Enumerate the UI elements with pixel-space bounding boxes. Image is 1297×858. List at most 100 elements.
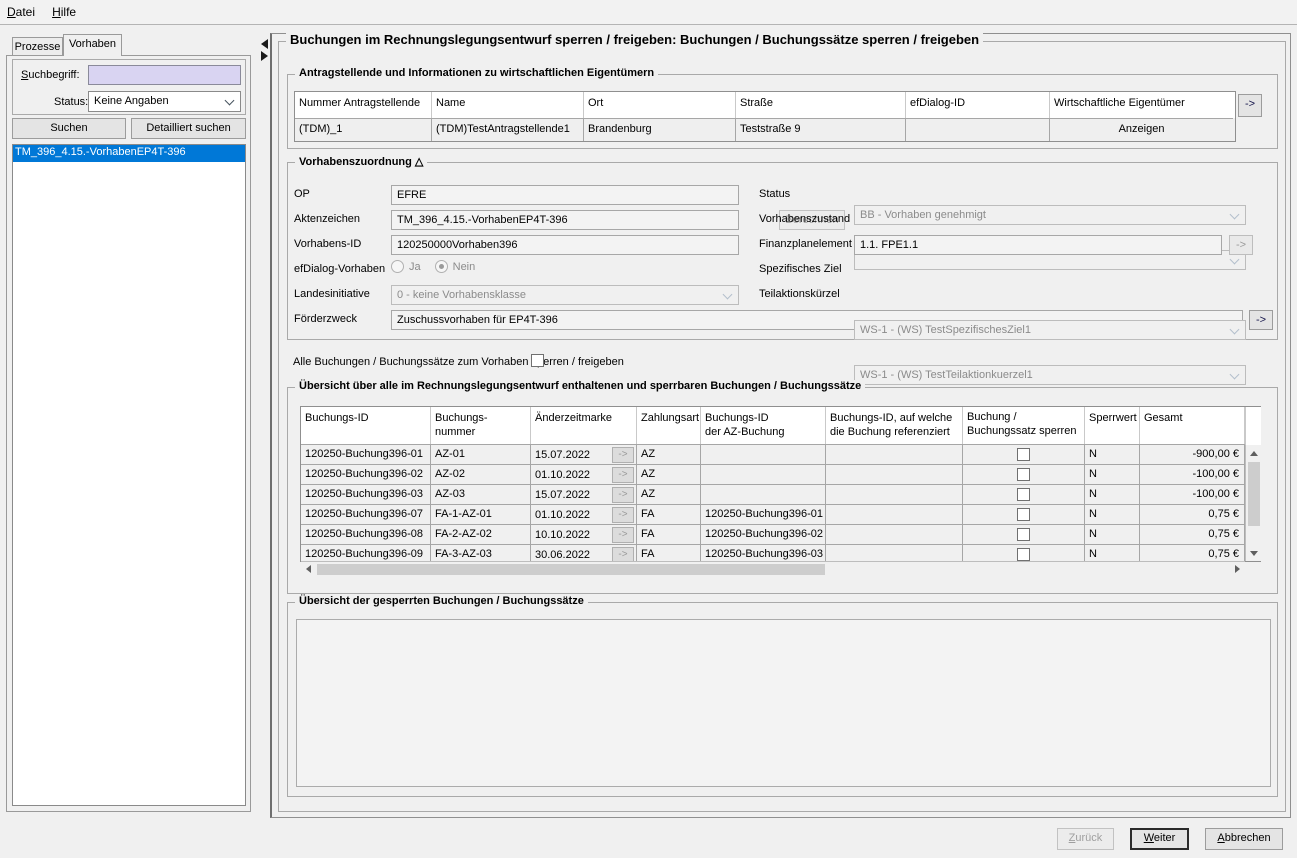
cell-nummer: AZ-03 (431, 485, 531, 505)
zeitmarke-arrow-button: -> (612, 527, 634, 543)
cell-gesamt: -100,00 € (1140, 465, 1245, 485)
menu-datei[interactable]: Datei (0, 0, 42, 23)
status-label: Status: (54, 96, 88, 108)
cell-ort: Brandenburg (584, 118, 736, 141)
sperren-checkbox[interactable] (1017, 468, 1030, 481)
cell-strasse: Teststraße 9 (736, 118, 906, 141)
zeitmarke-arrow-button: -> (612, 487, 634, 503)
applicants-detail-arrow-button[interactable]: -> (1238, 94, 1262, 117)
list-item-selected[interactable]: TM_396_4.15.-VorhabenEP4T-396 (13, 145, 245, 162)
op-field[interactable]: EFRE (391, 185, 739, 205)
booking-row[interactable]: 120250-Buchung396-02 AZ-02 01.10.2022-> … (301, 465, 1245, 485)
sperren-checkbox[interactable] (1017, 508, 1030, 521)
lock-all-checkbox[interactable] (531, 354, 544, 367)
booking-row[interactable]: 120250-Buchung396-08 FA-2-AZ-02 10.10.20… (301, 525, 1245, 545)
col-sperrwert: Sperrwert (1085, 407, 1140, 444)
cell-zahlungsart: FA (637, 505, 701, 525)
teilaktionskuerzel-combo: WS-1 - (WS) TestTeilaktionkuerzel1 (854, 365, 1246, 385)
cell-zeitmarke: 15.07.2022-> (531, 485, 637, 505)
scroll-up-button[interactable] (1246, 445, 1261, 461)
arrow-right-icon (1235, 565, 1240, 573)
foerderzweck-arrow-button[interactable]: -> (1249, 310, 1273, 330)
cell-sperren (963, 445, 1085, 465)
search-button[interactable]: Suchen (12, 118, 126, 139)
status-combo-value: Keine Angaben (94, 95, 169, 107)
cell-zeitmarke: 10.10.2022 -> (531, 525, 637, 545)
cell-gesamt: -900,00 € (1140, 445, 1245, 465)
cell-gesamt: 0,75 € (1140, 525, 1245, 545)
spezifisches-ziel-value: WS-1 - (WS) TestSpezifischesZiel1 (860, 324, 1031, 336)
booking-row[interactable]: 120250-Buchung396-01 AZ-01 15.07.2022-> … (301, 445, 1245, 465)
efdialog-vorhaben-label: efDialog-Vorhaben (294, 263, 385, 275)
scroll-right-button[interactable] (1230, 562, 1245, 576)
bookings-group: Übersicht über alle im Rechnungslegungse… (287, 387, 1278, 594)
cell-sperren (963, 505, 1085, 525)
finanzplanelement-label: Finanzplanelement (759, 238, 852, 250)
detailed-search-button[interactable]: Detailliert suchen (131, 118, 246, 139)
cell-sperren (963, 465, 1085, 485)
cell-zeitmarke: 15.07.2022-> (531, 445, 637, 465)
tab-vorhaben[interactable]: Vorhaben (63, 34, 122, 56)
page-title: Buchungen im Rechnungslegungsentwurf spe… (286, 32, 983, 47)
cell-ref-id (826, 445, 963, 465)
chevron-down-icon (1230, 325, 1240, 335)
zeitmarke-value: 10.10.2022 (535, 529, 590, 541)
next-button[interactable]: Weiter (1130, 828, 1189, 850)
arrow-left-icon (306, 565, 311, 573)
vertical-scroll-thumb[interactable] (1248, 462, 1260, 526)
collapse-left-icon[interactable] (261, 39, 268, 49)
col-referenziert: Buchungs-ID, auf welche die Buchung refe… (826, 407, 963, 444)
cell-az-id: 120250-Buchung396-02 (701, 525, 826, 545)
horizontal-scrollbar[interactable] (301, 561, 1245, 576)
finanzplanelement-field[interactable]: 1.1. FPE1.1 (854, 235, 1222, 255)
sperren-checkbox[interactable] (1017, 448, 1030, 461)
booking-row[interactable]: 120250-Buchung396-09 FA-3-AZ-03 30.06.20… (301, 545, 1245, 561)
applicant-row[interactable]: (TDM)_1 (TDM)TestAntragstellende1 Brande… (295, 118, 1235, 141)
landesinitiative-value: 0 - keine Vorhabensklasse (397, 289, 526, 301)
wizard-step-group: Buchungen im Rechnungslegungsentwurf spe… (278, 41, 1286, 812)
horizontal-scroll-thumb[interactable] (317, 564, 825, 575)
lock-all-label: Alle Buchungen / Buchungssätze zum Vorha… (293, 356, 624, 368)
cell-id: 120250-Buchung396-08 (301, 525, 431, 545)
search-box: Suchbegriff: Status: Keine Angaben (12, 59, 246, 115)
col-strasse: Straße (736, 92, 906, 118)
splitter-handle[interactable] (261, 39, 270, 63)
col-zahlungsart: Zahlungsart (637, 407, 701, 444)
teilaktionskuerzel-label: Teilaktionskürzel (759, 288, 840, 300)
cell-nummer: FA-3-AZ-03 (431, 545, 531, 561)
scroll-down-button[interactable] (1246, 545, 1261, 561)
cell-sperrwert: N (1085, 465, 1140, 485)
status-combo[interactable]: Keine Angaben (88, 91, 241, 112)
assignment-group: Vorhabenszuordnung △ OP EFRE Aktenzeiche… (287, 162, 1278, 340)
vorhabens-id-field[interactable]: 120250000Vorhaben396 (391, 235, 739, 255)
search-input[interactable] (88, 65, 241, 85)
sperren-checkbox[interactable] (1017, 548, 1030, 561)
cell-efdialog-id (906, 118, 1050, 141)
col-az-buchung: Buchungs-ID der AZ-Buchung (701, 407, 826, 444)
aktenzeichen-field[interactable]: TM_396_4.15.-VorhabenEP4T-396 (391, 210, 739, 230)
cell-name: (TDM)TestAntragstellende1 (432, 118, 584, 141)
vertical-scrollbar[interactable] (1245, 445, 1261, 561)
expand-right-icon[interactable] (261, 51, 268, 61)
cell-sperrwert: N (1085, 545, 1140, 561)
cell-zahlungsart: AZ (637, 485, 701, 505)
booking-row[interactable]: 120250-Buchung396-07 FA-1-AZ-01 01.10.20… (301, 505, 1245, 525)
cell-ref-id (826, 465, 963, 485)
result-list[interactable]: TM_396_4.15.-VorhabenEP4T-396 (12, 144, 246, 806)
header-sliver (1245, 407, 1261, 445)
radio-ja-label: Ja (409, 261, 421, 273)
booking-row[interactable]: 120250-Buchung396-03 AZ-03 15.07.2022-> … (301, 485, 1245, 505)
radio-ja (391, 260, 404, 273)
cell-nummer: AZ-02 (431, 465, 531, 485)
assignment-group-title: Vorhabenszuordnung △ (295, 155, 427, 168)
cancel-button[interactable]: Abbrechen (1205, 828, 1283, 850)
tab-prozesse[interactable]: Prozesse (12, 37, 63, 56)
sperren-checkbox[interactable] (1017, 528, 1030, 541)
scroll-left-button[interactable] (301, 562, 316, 576)
landesinitiative-label: Landesinitiative (294, 288, 370, 300)
sperren-checkbox[interactable] (1017, 488, 1030, 501)
col-nummer-antragstellende: Nummer Antragstellende (295, 92, 432, 118)
menu-hilfe[interactable]: Hilfe (45, 0, 83, 23)
cell-az-id: 120250-Buchung396-03 (701, 545, 826, 561)
anzeigen-button[interactable]: Anzeigen (1050, 118, 1233, 141)
